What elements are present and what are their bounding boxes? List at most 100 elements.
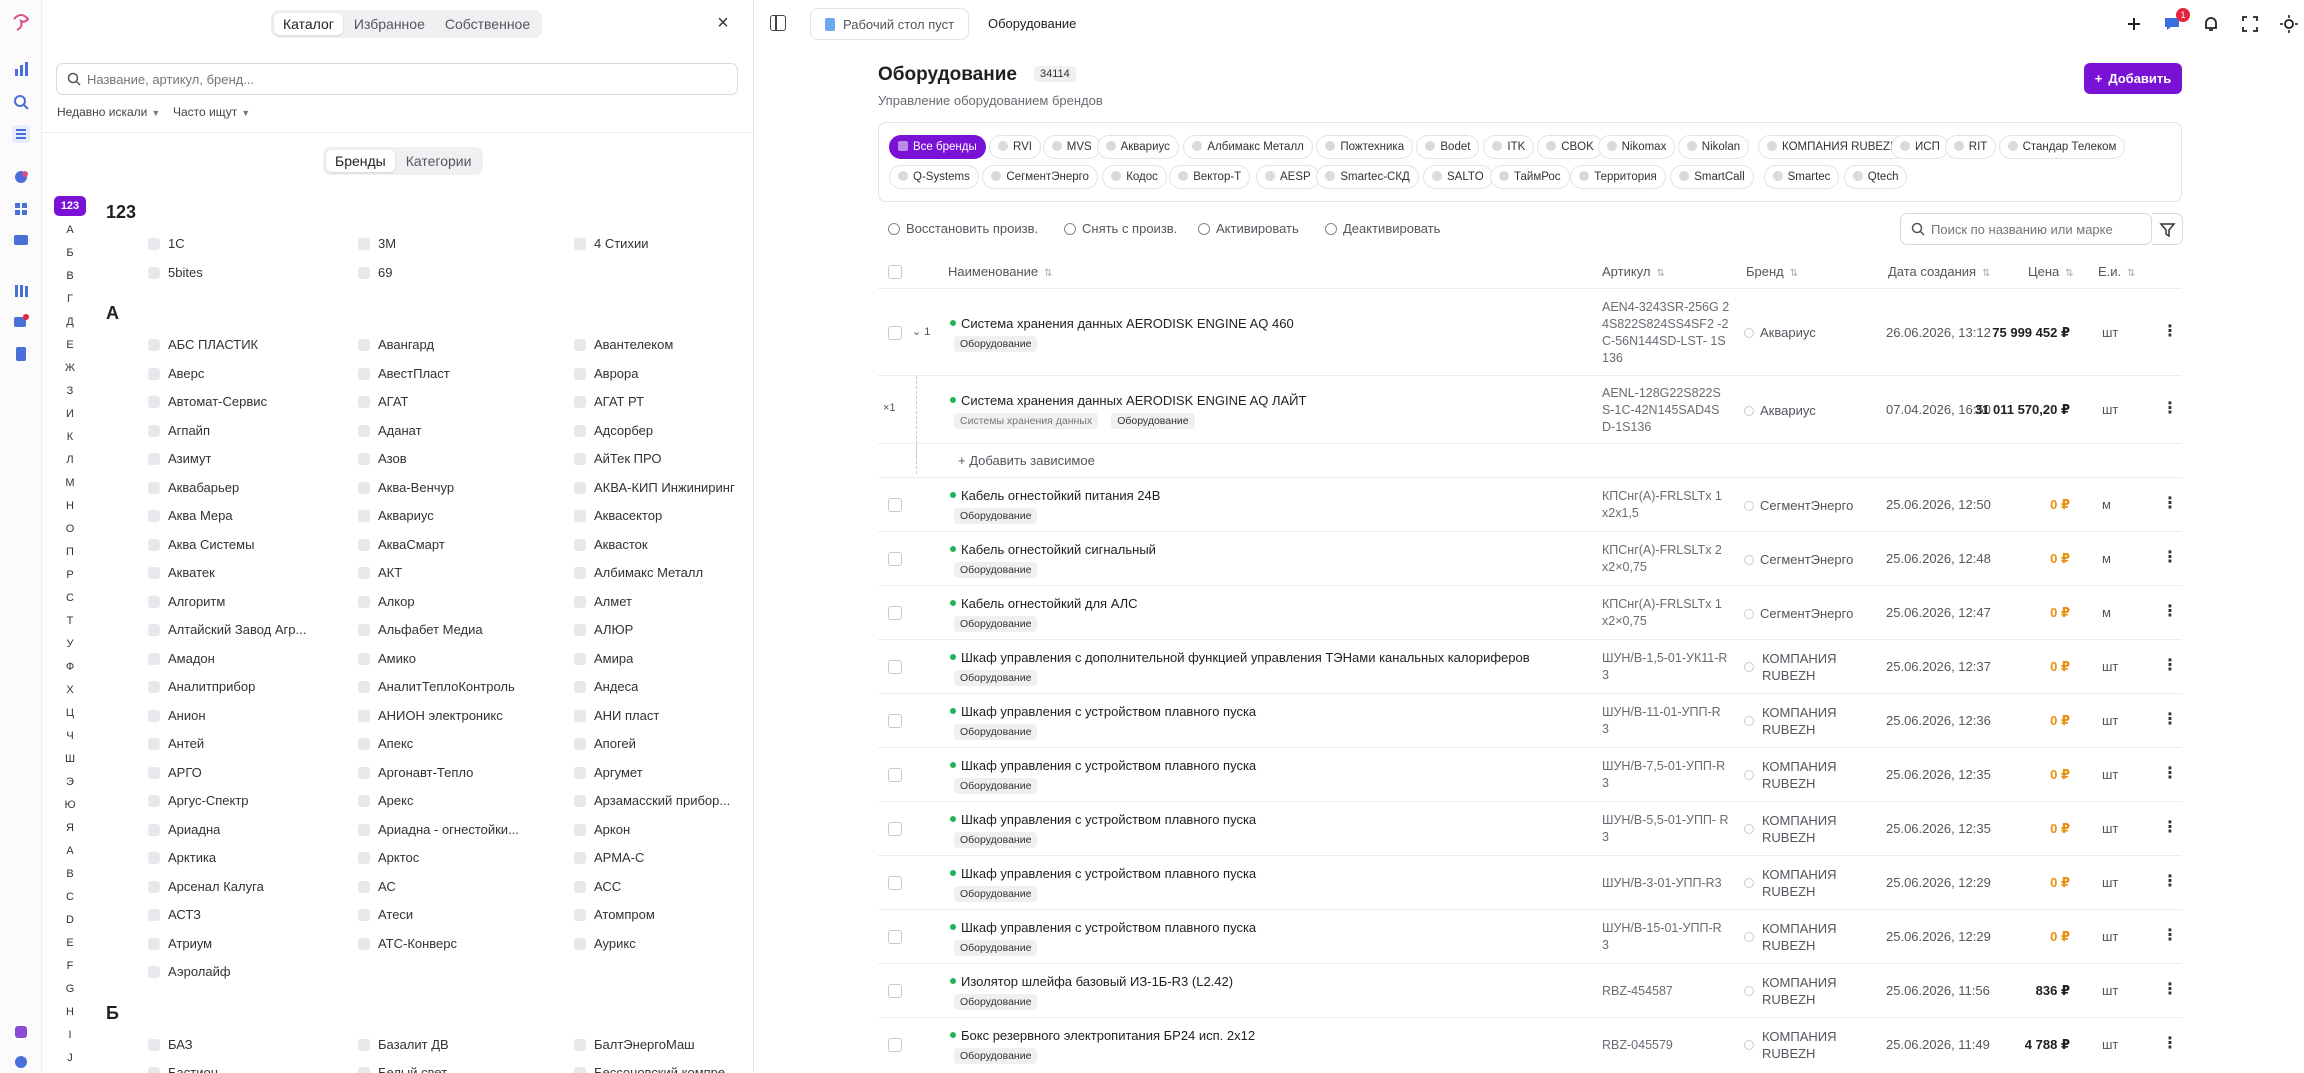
brand-chip[interactable]: Аквариус — [1096, 135, 1179, 159]
brand-item[interactable]: Апекс — [358, 734, 413, 754]
brand-item[interactable]: Андеса — [574, 677, 638, 697]
brand-item[interactable]: Алтайский Завод Агр... — [148, 620, 306, 640]
add-button[interactable]: + Добавить — [2084, 63, 2182, 94]
brand-item[interactable]: Белый свет — [358, 1063, 447, 1073]
more-options-icon[interactable]: ⋮ — [2162, 604, 2178, 620]
brand-chip[interactable]: КОМПАНИЯ RUBEZH — [1758, 135, 1908, 159]
brand-item[interactable]: Аэролайф — [148, 962, 231, 982]
brand-item[interactable]: Аргус-Спектр — [148, 791, 249, 811]
popular-dropdown[interactable]: Часто ищут ▼ — [173, 105, 250, 119]
product-name[interactable]: Шкаф управления с устройством плавного п… — [950, 812, 1256, 827]
col-article[interactable]: Артикул ⇅ — [1602, 264, 1665, 279]
brand-chip[interactable]: Все бренды — [889, 135, 986, 159]
row-checkbox[interactable] — [888, 606, 902, 620]
letter-index-item[interactable]: У — [50, 633, 90, 656]
discontinue-button[interactable]: Снять с произв. — [1064, 216, 1177, 242]
brand-chip[interactable]: Qtech — [1843, 165, 1908, 189]
letter-index-item[interactable]: I — [50, 1024, 90, 1047]
brand-item[interactable]: Алкор — [358, 592, 415, 612]
brand-item[interactable]: АКТ — [358, 563, 402, 583]
table-row[interactable]: Шкаф управления с устройством плавного п… — [878, 801, 2182, 855]
letter-index-item[interactable]: C — [50, 886, 90, 909]
brand-item[interactable]: Автомат-Сервис — [148, 392, 267, 412]
brand-item[interactable]: Аргонавт-Тепло — [358, 763, 473, 783]
brand-item[interactable]: Авантелеком — [574, 335, 673, 355]
brand-item[interactable]: Аква Мера — [148, 506, 233, 526]
brand-item[interactable]: Амико — [358, 649, 416, 669]
brand-item[interactable]: Аверс — [148, 364, 204, 384]
brand-item[interactable]: Агпайп — [148, 421, 210, 441]
brand-item[interactable]: БАЗ — [148, 1035, 193, 1055]
tab-catalog[interactable]: Каталог — [274, 13, 343, 35]
brand-item[interactable]: Аргумет — [574, 763, 643, 783]
expand-toggle[interactable]: ⌄ 1 — [912, 325, 930, 338]
table-row[interactable]: Изолятор шлейфа базовый ИЗ-1Б-R3 (L2.42)… — [878, 963, 2182, 1017]
table-row[interactable]: Бокс резервного электропитания БР24 исп.… — [878, 1017, 2182, 1071]
plus-icon[interactable] — [2124, 14, 2144, 34]
brand-item[interactable]: АТС-Конверс — [358, 934, 457, 954]
more-options-icon[interactable]: ⋮ — [2162, 928, 2178, 944]
brand-item[interactable]: АСТЗ — [148, 905, 201, 925]
monitor-icon[interactable] — [12, 232, 30, 250]
workspace-tab[interactable]: Рабочий стол пуст — [810, 8, 970, 40]
table-row[interactable]: ⌄ 1 Система хранения данных AERODISK ENGI… — [878, 288, 2182, 375]
brand-item[interactable]: АГАТ РТ — [574, 392, 644, 412]
brand-item[interactable]: Амира — [574, 649, 633, 669]
brand-chip[interactable]: Пожтехника — [1316, 135, 1414, 159]
product-name[interactable]: Система хранения данных AERODISK ENGINE … — [950, 393, 1306, 408]
recent-dropdown[interactable]: Недавно искали ▼ — [57, 105, 160, 119]
analytics-icon[interactable] — [12, 60, 30, 78]
brand-item[interactable]: Албимакс Металл — [574, 563, 703, 583]
letter-index-item[interactable]: Д — [50, 311, 90, 334]
table-row[interactable]: Шкаф управления с устройством плавного п… — [878, 747, 2182, 801]
brand-item[interactable]: Аква-Венчур — [358, 478, 454, 498]
table-row[interactable]: Кабель огнестойкий питания 24В Оборудован… — [878, 477, 2182, 531]
brand-item[interactable]: Арктика — [148, 848, 216, 868]
more-options-icon[interactable]: ⋮ — [2162, 982, 2178, 998]
product-name[interactable]: Шкаф управления с устройством плавного п… — [950, 920, 1256, 935]
brand-chip[interactable]: Территория — [1570, 165, 1666, 189]
letter-index-item[interactable]: М — [50, 472, 90, 495]
letter-index-item[interactable]: Г — [50, 288, 90, 311]
brand-item[interactable]: 69 — [358, 263, 392, 283]
fullscreen-icon[interactable] — [2240, 14, 2260, 34]
brand-item[interactable]: Базалит ДВ — [358, 1035, 449, 1055]
brand-chip[interactable]: MVS — [1042, 135, 1101, 159]
deactivate-button[interactable]: Деактивировать — [1325, 216, 1440, 242]
brand-chip[interactable]: Стандар Телеком — [1998, 135, 2126, 159]
brand-item[interactable]: АНИОН электроникс — [358, 706, 503, 726]
letter-index-item[interactable]: H — [50, 1001, 90, 1024]
letter-index-item[interactable]: Т — [50, 610, 90, 633]
more-options-icon[interactable]: ⋮ — [2162, 658, 2178, 674]
letter-index-item[interactable]: D — [50, 909, 90, 932]
brand-item[interactable]: АГАТ — [358, 392, 408, 412]
brand-chip[interactable]: Q-Systems — [889, 165, 979, 189]
restore-production-button[interactable]: Восстановить произв. — [888, 216, 1038, 242]
product-name[interactable]: Кабель огнестойкий для АЛС — [950, 596, 1138, 611]
letter-index-item[interactable]: З — [50, 380, 90, 403]
col-brand[interactable]: Бренд ⇅ — [1746, 264, 1798, 279]
letter-index-item[interactable]: С — [50, 587, 90, 610]
theme-sun-icon[interactable] — [2279, 14, 2299, 34]
brand-item[interactable]: Апогей — [574, 734, 636, 754]
table-search-input[interactable] — [1931, 214, 2147, 244]
row-checkbox[interactable] — [888, 930, 902, 944]
more-options-icon[interactable]: ⋮ — [2162, 820, 2178, 836]
brand-item[interactable]: Аркон — [574, 820, 630, 840]
brand-item[interactable]: БалтЭнергоМаш — [574, 1035, 695, 1055]
table-row[interactable]: Кабель огнестойкий для АЛС Оборудование КП… — [878, 585, 2182, 639]
letter-index-item[interactable]: Р — [50, 564, 90, 587]
brand-chip[interactable]: CBOK — [1537, 135, 1603, 159]
brand-item[interactable]: 5bites — [148, 263, 203, 283]
brand-item[interactable]: 4 Стихии — [574, 234, 648, 254]
tab-own[interactable]: Собственное — [436, 13, 539, 35]
brand-item[interactable]: Аквариус — [358, 506, 434, 526]
letter-index-item[interactable]: Я — [50, 817, 90, 840]
brand-chip[interactable]: Nikomax — [1597, 135, 1676, 159]
brand-item[interactable]: АСС — [574, 877, 621, 897]
brand-item[interactable]: Азимут — [148, 449, 211, 469]
row-checkbox[interactable] — [888, 660, 902, 674]
brand-item[interactable]: Арктос — [358, 848, 419, 868]
more-options-icon[interactable]: ⋮ — [2162, 496, 2178, 512]
product-name[interactable]: Шкаф управления с устройством плавного п… — [950, 866, 1256, 881]
